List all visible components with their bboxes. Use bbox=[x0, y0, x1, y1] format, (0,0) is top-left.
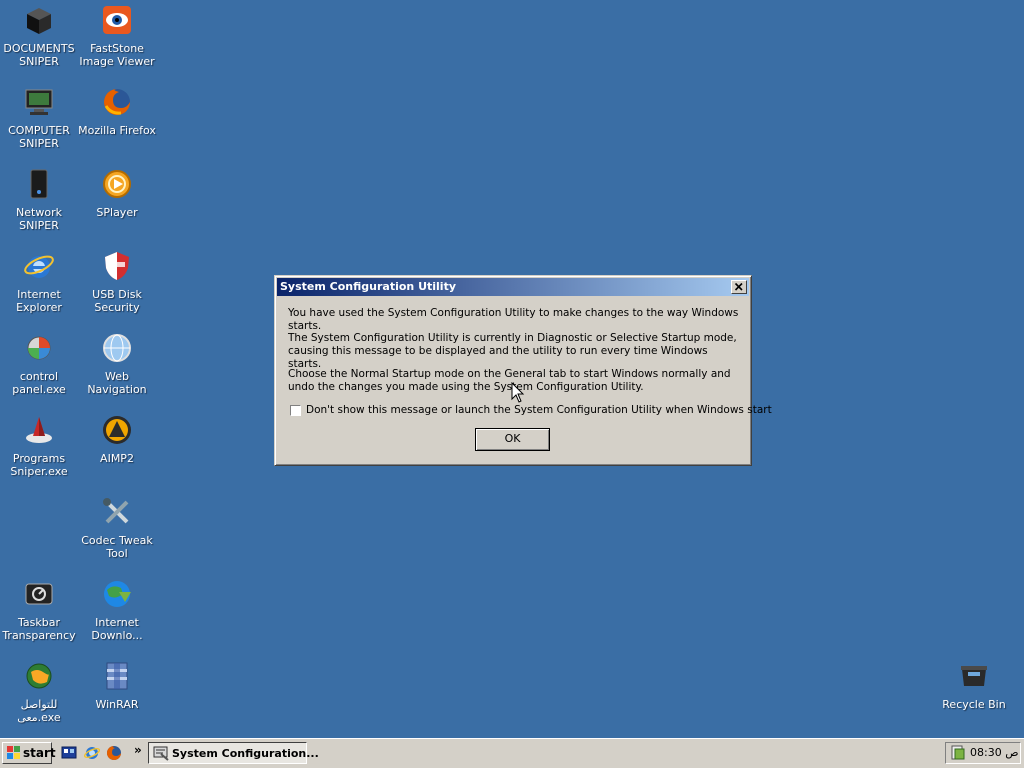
download-globe-icon bbox=[104, 581, 131, 607]
windows-logo-icon bbox=[7, 746, 20, 759]
mouse-cursor-icon bbox=[511, 382, 525, 403]
desktop-icon-aimp2[interactable]: AIMP2 bbox=[78, 414, 156, 465]
desktop[interactable]: DOCUMENTS SNIPER COMPUTER SNIPER Network… bbox=[0, 0, 1024, 738]
dont-show-checkbox-label[interactable]: Don't show this message or launch the Sy… bbox=[306, 404, 772, 416]
desktop-icon-network-sniper[interactable]: Network SNIPER bbox=[0, 168, 78, 232]
desktop-icon-splayer[interactable]: SPlayer bbox=[78, 168, 156, 219]
icon-label: Codec Tweak Tool bbox=[81, 534, 153, 560]
system-tray: 08:30 ص bbox=[945, 742, 1021, 764]
desktop-icon-computer-sniper[interactable]: COMPUTER SNIPER bbox=[0, 86, 78, 150]
desktop-icon-internet-explorer[interactable]: Internet Explorer bbox=[0, 250, 78, 314]
desktop-icon-programs-sniper[interactable]: Programs Sniper.exe bbox=[0, 414, 78, 478]
control-panel-icon bbox=[27, 336, 51, 360]
icon-label: COMPUTER SNIPER bbox=[8, 124, 70, 150]
icon-label: FastStone Image Viewer bbox=[79, 42, 155, 68]
desktop-icon-codec-tweak-tool[interactable]: Codec Tweak Tool bbox=[78, 496, 156, 560]
icon-label: للتواصل معى.exe bbox=[17, 698, 61, 724]
desktop-icon-web-navigation[interactable]: Web Navigation bbox=[78, 332, 156, 396]
desktop-icon-control-panel[interactable]: control panel.exe bbox=[0, 332, 78, 396]
desktop-icon-winrar[interactable]: WinRAR bbox=[78, 660, 156, 711]
start-button[interactable]: start bbox=[2, 742, 56, 764]
msconfig-icon bbox=[153, 746, 169, 761]
icon-label: Network SNIPER bbox=[16, 206, 62, 232]
globe-icon bbox=[103, 334, 131, 362]
desktop-icon-faststone[interactable]: FastStone Image Viewer bbox=[78, 4, 156, 68]
icon-label: Mozilla Firefox bbox=[78, 124, 156, 137]
taskbar-button-label: System Configuration... bbox=[172, 747, 319, 760]
clock[interactable]: 08:30 ص bbox=[970, 746, 1019, 759]
desktop-icon-firefox[interactable]: Mozilla Firefox bbox=[78, 86, 156, 137]
icon-label: AIMP2 bbox=[100, 452, 134, 465]
icon-label: SPlayer bbox=[96, 206, 138, 219]
computer-icon bbox=[25, 89, 53, 115]
close-icon bbox=[734, 282, 743, 291]
tools-icon bbox=[103, 498, 129, 524]
icon-label: DOCUMENTS SNIPER bbox=[3, 42, 75, 68]
start-label: start bbox=[23, 746, 56, 760]
ok-button[interactable]: OK bbox=[475, 428, 550, 451]
globe-people-icon bbox=[26, 663, 52, 689]
firefox-icon bbox=[104, 89, 130, 115]
dark-box-icon bbox=[27, 8, 51, 34]
network-drive-icon bbox=[30, 169, 48, 199]
desktop-icon-recycle-bin[interactable]: Recycle Bin bbox=[935, 660, 1013, 711]
icon-label: Web Navigation bbox=[87, 370, 147, 396]
dialog-titlebar[interactable]: System Configuration Utility bbox=[277, 278, 749, 296]
desktop-icon-documents-sniper[interactable]: DOCUMENTS SNIPER bbox=[0, 4, 78, 68]
desktop-icon-contact[interactable]: للتواصل معى.exe bbox=[0, 660, 78, 724]
eye-icon bbox=[103, 6, 131, 34]
desktop-icon-usb-disk-security[interactable]: USB Disk Security bbox=[78, 250, 156, 314]
taskbar-button-system-configuration[interactable]: System Configuration... bbox=[148, 742, 319, 764]
icon-label: Internet Downlo... bbox=[91, 616, 143, 642]
icon-label: USB Disk Security bbox=[92, 288, 142, 314]
taskbar: start » System Configuration... 08:30 ص bbox=[0, 738, 1024, 768]
desktop-icon-internet-download[interactable]: Internet Downlo... bbox=[78, 578, 156, 642]
shield-icon bbox=[105, 252, 129, 280]
dialog-title: System Configuration Utility bbox=[280, 280, 456, 293]
internet-explorer-quick-launch-icon[interactable] bbox=[84, 745, 100, 761]
icon-label: Internet Explorer bbox=[16, 288, 62, 314]
programs-icon bbox=[26, 417, 52, 443]
icon-label: Taskbar Transparency bbox=[2, 616, 76, 642]
desktop-icon-taskbar-transparency[interactable]: Taskbar Transparency bbox=[0, 578, 78, 642]
taskbar-icon bbox=[25, 583, 53, 605]
winrar-icon bbox=[106, 662, 128, 690]
system-configuration-dialog[interactable]: System Configuration Utility You have us… bbox=[274, 275, 772, 466]
recycle-bin-icon bbox=[961, 666, 987, 686]
dialog-message-1: You have used the System Configuration U… bbox=[288, 307, 739, 332]
firefox-quick-launch-icon[interactable] bbox=[106, 745, 122, 761]
icon-label: control panel.exe bbox=[12, 370, 66, 396]
icon-label: Programs Sniper.exe bbox=[10, 452, 68, 478]
show-desktop-icon[interactable] bbox=[61, 745, 77, 761]
internet-explorer-icon bbox=[24, 255, 54, 278]
tray-app-icon[interactable] bbox=[950, 745, 966, 761]
dialog-message-2: The System Configuration Utility is curr… bbox=[288, 332, 737, 370]
aimp-icon bbox=[103, 416, 131, 444]
close-button[interactable] bbox=[731, 280, 747, 294]
splayer-icon bbox=[103, 170, 131, 198]
icon-label: Recycle Bin bbox=[942, 698, 1006, 711]
quick-launch-overflow[interactable]: » bbox=[134, 743, 142, 757]
dont-show-checkbox[interactable] bbox=[290, 405, 301, 416]
icon-label: WinRAR bbox=[95, 698, 139, 711]
